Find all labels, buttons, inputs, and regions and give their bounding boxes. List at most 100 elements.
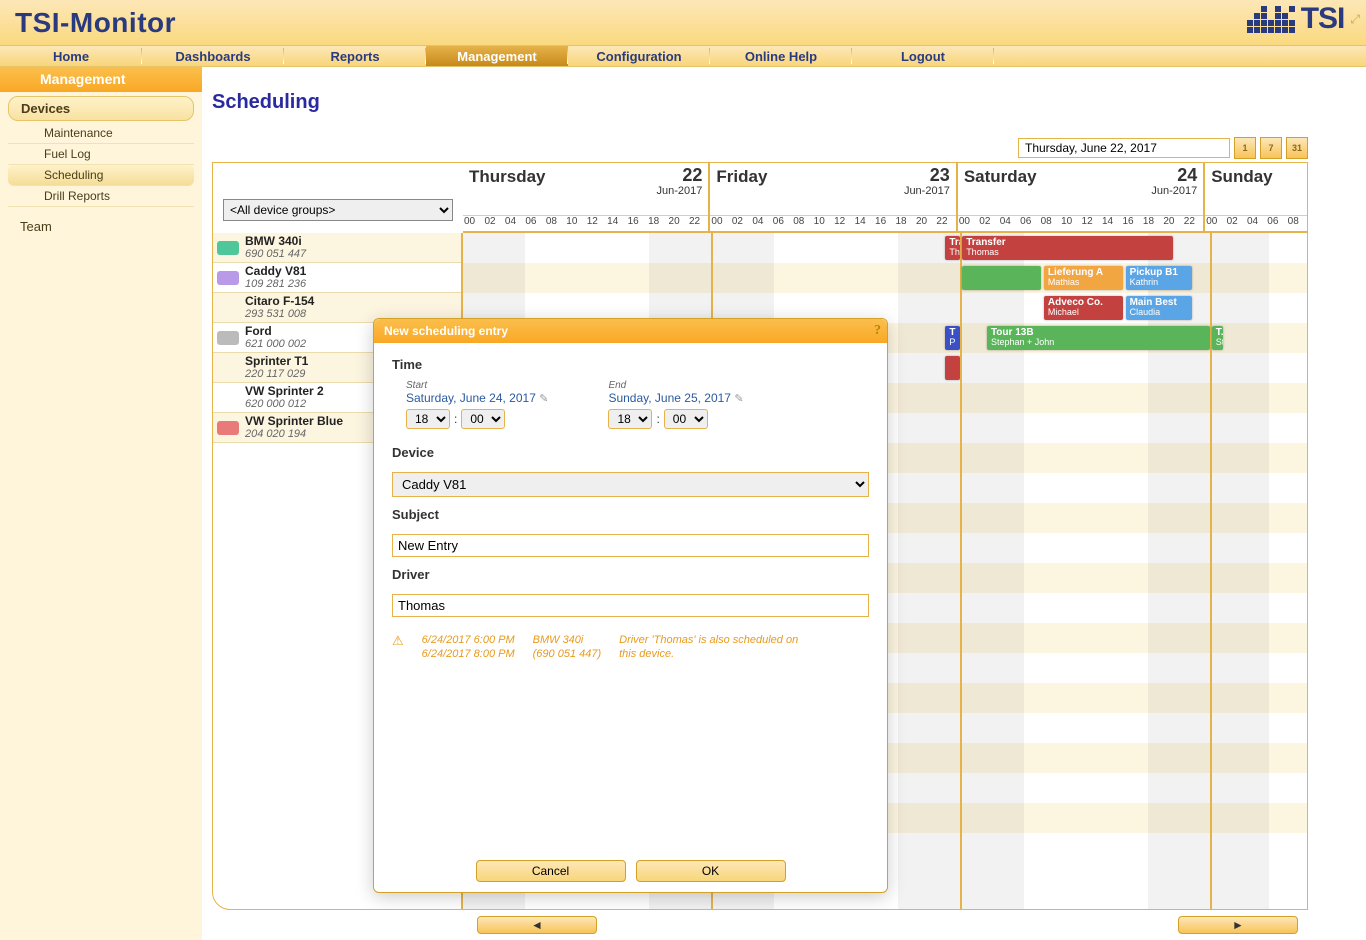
- pencil-icon[interactable]: ✎: [539, 393, 548, 405]
- nav-configuration[interactable]: Configuration: [568, 46, 710, 66]
- modal-title-bar: New scheduling entry ?: [374, 319, 887, 343]
- sidebar-group-devices[interactable]: Devices: [8, 96, 194, 121]
- calendar: <All device groups> Thursday 22 Jun-2017…: [212, 162, 1308, 910]
- event-main-best[interactable]: Main BestClaudia: [1126, 296, 1193, 320]
- warning-icon: ⚠: [392, 633, 404, 649]
- view-week-button[interactable]: 7: [1260, 137, 1282, 159]
- app-header: TSI-Monitor: [0, 0, 1366, 45]
- date-nav: 1 7 31: [1018, 137, 1308, 159]
- time-label: Time: [392, 357, 869, 372]
- device-name: VW Sprinter 2: [245, 385, 324, 398]
- sidebar: Management Devices Maintenance Fuel Log …: [0, 67, 202, 940]
- scroll-bar: ◄ ►: [202, 916, 1308, 934]
- scroll-left-button[interactable]: ◄: [477, 916, 597, 934]
- page-title: Scheduling: [212, 91, 1366, 114]
- device-number: 690 051 447: [245, 248, 306, 260]
- device-name: Caddy V81: [245, 265, 306, 278]
- sidebar-item-scheduling[interactable]: Scheduling: [8, 165, 194, 186]
- device-name: Citaro F-154: [245, 295, 314, 308]
- event-transfer: TransferThomas: [962, 236, 1172, 260]
- nav-logout[interactable]: Logout: [852, 46, 994, 66]
- grid-col-saturday[interactable]: TransferThomas Lieferung AMathias Pickup…: [960, 233, 1210, 909]
- tsi-logo-text: TSI: [1301, 2, 1345, 36]
- help-icon[interactable]: ?: [874, 323, 881, 339]
- start-label: Start: [406, 380, 548, 391]
- end-label: End: [608, 380, 743, 391]
- device-name: BMW 340i: [245, 235, 306, 248]
- vehicle-icon: [217, 421, 239, 435]
- grid-col-sunday[interactable]: T...St...: [1210, 233, 1307, 909]
- subject-input[interactable]: [392, 534, 869, 557]
- current-date-input[interactable]: [1018, 138, 1230, 158]
- nav-dashboards[interactable]: Dashboards: [142, 46, 284, 66]
- calendar-header: Thursday 22 Jun-2017 0002040608101214161…: [463, 163, 1307, 233]
- nav-management[interactable]: Management: [426, 46, 568, 66]
- nav-home[interactable]: Home: [0, 46, 142, 66]
- warn-device: BMW 340i: [533, 633, 602, 647]
- device-number: 620 000 012: [245, 398, 324, 410]
- nav-reports[interactable]: Reports: [284, 46, 426, 66]
- event-transfer-trunc[interactable]: Trans...Thomas: [945, 236, 960, 260]
- day-header-thursday: Thursday 22 Jun-2017 0002040608101214161…: [463, 163, 708, 231]
- vehicle-icon: [217, 301, 239, 315]
- start-time-block: Start Saturday, June 24, 2017 ✎ 18 : 00: [406, 380, 548, 429]
- event-adveco[interactable]: Adveco Co.Michael: [1044, 296, 1123, 320]
- device-number: 621 000 002: [245, 338, 306, 350]
- end-time-block: End Sunday, June 25, 2017 ✎ 18 : 00: [608, 380, 743, 429]
- warn-device-num: (690 051 447): [533, 647, 602, 661]
- event-red-small[interactable]: [945, 356, 960, 380]
- expand-icon[interactable]: ⤢: [1350, 12, 1360, 27]
- warn-message: Driver 'Thomas' is also scheduled on thi…: [619, 633, 809, 662]
- cancel-button[interactable]: Cancel: [476, 860, 626, 882]
- device-group-filter[interactable]: <All device groups>: [223, 199, 453, 221]
- vehicle-icon: [217, 331, 239, 345]
- event-green-small[interactable]: [962, 266, 1041, 290]
- day-header-saturday: Saturday 24 Jun-2017 0002040608101214161…: [956, 163, 1203, 231]
- device-select[interactable]: Caddy V81: [392, 472, 869, 497]
- start-hour-select[interactable]: 18: [406, 409, 450, 429]
- event-t2[interactable]: T...St...: [1212, 326, 1223, 350]
- event-tour-13b[interactable]: Tour 13BStephan + John: [987, 326, 1210, 350]
- new-scheduling-modal: New scheduling entry ? Time Start Saturd…: [373, 318, 888, 893]
- device-name: Ford: [245, 325, 306, 338]
- device-number: 293 531 008: [245, 308, 314, 320]
- warn-time-1: 6/24/2017 6:00 PM: [422, 633, 515, 647]
- event-lieferung-a[interactable]: Lieferung AMathias: [1044, 266, 1123, 290]
- nav-online-help[interactable]: Online Help: [710, 46, 852, 66]
- scroll-right-button[interactable]: ►: [1178, 916, 1298, 934]
- end-min-select[interactable]: 00: [664, 409, 708, 429]
- end-date-link[interactable]: Sunday, June 25, 2017: [608, 391, 731, 405]
- event-t1[interactable]: TP: [945, 326, 960, 350]
- device-number: 220 117 029: [245, 368, 308, 380]
- start-min-select[interactable]: 00: [461, 409, 505, 429]
- vehicle-icon: [217, 271, 239, 285]
- main-nav: Home Dashboards Reports Management Confi…: [0, 45, 1366, 67]
- sidebar-item-maintenance[interactable]: Maintenance: [8, 123, 194, 144]
- end-hour-select[interactable]: 18: [608, 409, 652, 429]
- logo-right: TSI ⤢: [1247, 2, 1360, 36]
- device-number: 204 020 194: [245, 428, 343, 440]
- vehicle-icon: [217, 361, 239, 375]
- device-number: 109 281 236: [245, 278, 306, 290]
- view-day-button[interactable]: 1: [1234, 137, 1256, 159]
- warn-time-2: 6/24/2017 8:00 PM: [422, 647, 515, 661]
- device-row[interactable]: BMW 340i690 051 447: [213, 233, 461, 263]
- content: Scheduling 1 7 31 <All device groups> Th…: [202, 67, 1366, 940]
- ok-button[interactable]: OK: [636, 860, 786, 882]
- app-title: TSI-Monitor: [15, 7, 176, 39]
- warning-row: ⚠ 6/24/2017 6:00 PM 6/24/2017 8:00 PM BM…: [392, 633, 869, 662]
- driver-input[interactable]: [392, 594, 869, 617]
- sidebar-item-team[interactable]: Team: [0, 213, 202, 240]
- day-header-friday: Friday 23 Jun-2017 000204060810121416182…: [708, 163, 955, 231]
- device-row[interactable]: Caddy V81109 281 236: [213, 263, 461, 293]
- day-header-sunday: Sunday 0002040608: [1203, 163, 1307, 231]
- sidebar-item-drill-reports[interactable]: Drill Reports: [8, 186, 194, 207]
- start-date-link[interactable]: Saturday, June 24, 2017: [406, 391, 536, 405]
- subject-label: Subject: [392, 507, 869, 522]
- vehicle-icon: [217, 241, 239, 255]
- device-name: Sprinter T1: [245, 355, 308, 368]
- view-month-button[interactable]: 31: [1286, 137, 1308, 159]
- sidebar-item-fuel-log[interactable]: Fuel Log: [8, 144, 194, 165]
- event-pickup-b1[interactable]: Pickup B1Kathrin: [1126, 266, 1193, 290]
- pencil-icon[interactable]: ✎: [734, 393, 743, 405]
